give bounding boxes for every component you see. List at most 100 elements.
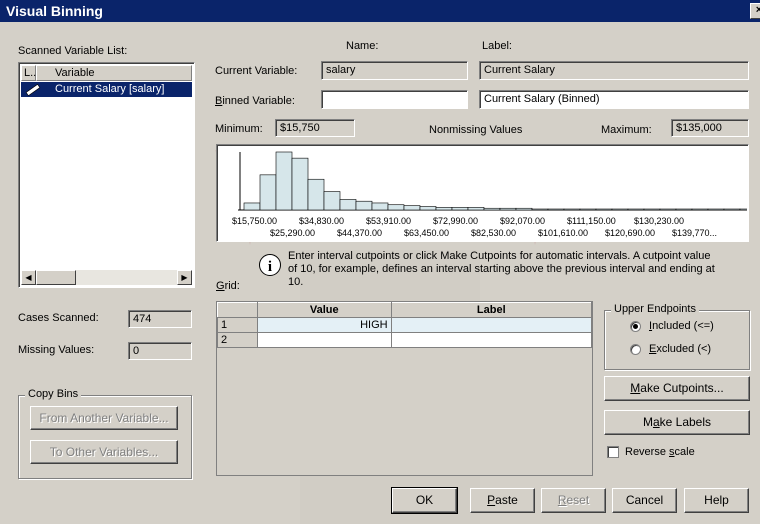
column-header-variable[interactable]: Variable (36, 65, 192, 81)
histogram-bar (643, 208, 661, 211)
nonmissing-values-label: Nonmissing Values (429, 124, 523, 136)
histogram-bar (467, 207, 485, 211)
tick-label: $82,530.00 (471, 228, 516, 238)
histogram-bar (547, 208, 565, 211)
histogram-bar (563, 208, 581, 211)
histogram-bar (707, 208, 725, 211)
list-item-label: Current Salary [salary] (55, 83, 165, 95)
included-label[interactable]: Included (<=) (649, 320, 714, 332)
grid-header-label[interactable]: Label (390, 302, 593, 318)
ok-button[interactable]: OK (391, 487, 458, 514)
tick-label: $139,770... (672, 228, 717, 238)
binned-variable-name-input[interactable] (321, 90, 468, 109)
to-other-variables-button[interactable]: To Other Variables... (30, 440, 178, 464)
scroll-right-icon[interactable]: ▶ (177, 270, 192, 285)
tick-label: $34,830.00 (299, 216, 344, 226)
tick-label: $53,910.00 (366, 216, 411, 226)
info-icon: i (258, 253, 282, 280)
scroll-thumb[interactable] (36, 270, 76, 285)
grid-cell-label[interactable] (390, 332, 593, 348)
make-labels-button[interactable]: Make Labels (604, 410, 750, 435)
tick-label: $111,150.00 (567, 216, 616, 226)
histogram-bar (323, 191, 341, 211)
histogram-bar (691, 208, 709, 211)
reverse-scale-checkbox[interactable] (607, 446, 619, 458)
info-text-line1: Enter interval cutpoints or click Make C… (288, 250, 711, 262)
window-title: Visual Binning (6, 3, 103, 19)
histogram-bar (307, 178, 325, 211)
histogram-bar (483, 207, 501, 211)
upper-endpoints-group: Upper Endpoints (604, 303, 750, 370)
histogram-bar (435, 207, 453, 211)
histogram-bar (355, 200, 373, 211)
table-row[interactable]: 1 HIGH (217, 317, 593, 333)
histogram-bar (371, 202, 389, 211)
cancel-button[interactable]: Cancel (612, 488, 677, 513)
tick-label: $130,230.00 (634, 216, 684, 226)
binned-variable-label-input[interactable]: Current Salary (Binned) (479, 90, 749, 109)
maximum-field: $135,000 (671, 119, 749, 137)
histogram-bar (723, 208, 741, 211)
grid-cell-value[interactable] (256, 332, 392, 348)
grid-row-number: 2 (217, 332, 258, 348)
scanned-variable-list-label: Scanned Variable List: (18, 45, 128, 57)
excluded-label[interactable]: Excluded (<) (649, 343, 711, 355)
tick-label: $72,990.00 (433, 216, 478, 226)
histogram-bar (403, 205, 421, 211)
ruler-icon (25, 83, 41, 99)
histogram-bar (595, 208, 613, 211)
svg-text:i: i (268, 259, 272, 275)
column-header-short[interactable]: L... (21, 65, 39, 81)
scanned-variable-list[interactable]: L... Variable Current Salary [salary] ◀ … (18, 62, 195, 288)
histogram-bar (515, 207, 533, 211)
upper-endpoints-label: Upper Endpoints (611, 303, 699, 315)
visual-binning-dialog: Visual Binning × Scanned Variable List: … (0, 0, 760, 524)
grid-label: Grid: (216, 280, 240, 292)
title-bar: Visual Binning × (0, 0, 760, 22)
grid-cell-value[interactable]: HIGH (256, 317, 392, 333)
missing-values-label: Missing Values: (18, 344, 95, 356)
tick-label: $25,290.00 (270, 228, 315, 238)
grid-corner (217, 302, 258, 318)
histogram-bar (291, 157, 309, 211)
histogram-bar (339, 199, 357, 211)
info-text-line3: 10. (288, 276, 304, 288)
paste-button[interactable]: Paste (470, 488, 535, 513)
from-another-variable-button[interactable]: From Another Variable... (30, 406, 178, 430)
tick-label: $15,750.00 (232, 216, 277, 226)
histogram-bar (659, 208, 677, 211)
horizontal-scrollbar[interactable]: ◀ ▶ (21, 270, 192, 285)
grid-row-number: 1 (217, 317, 258, 333)
tick-label: $63,450.00 (404, 228, 449, 238)
info-text-line2: of 10, for example, defines an interval … (288, 263, 715, 275)
name-header: Name: (346, 40, 379, 52)
histogram-bar (387, 204, 405, 211)
histogram-bar (675, 208, 693, 211)
histogram-chart: $15,750.00 $34,830.00 $53,910.00 $72,990.00… (232, 151, 747, 238)
excluded-radio[interactable] (630, 344, 641, 355)
maximum-label: Maximum: (601, 124, 652, 136)
tick-label: $44,370.00 (337, 228, 382, 238)
grid-cell-label[interactable] (390, 317, 593, 333)
grid-header-value[interactable]: Value (256, 302, 392, 318)
included-radio[interactable] (630, 321, 641, 332)
close-button[interactable]: × (750, 3, 760, 19)
cases-scanned-field: 474 (128, 310, 192, 328)
histogram-bar (419, 206, 437, 211)
help-button[interactable]: Help (684, 488, 749, 513)
tick-label: $92,070.00 (500, 216, 545, 226)
histogram-bar (579, 208, 597, 211)
reset-button[interactable]: Reset (541, 488, 606, 513)
scroll-left-icon[interactable]: ◀ (21, 270, 36, 285)
reverse-scale-label[interactable]: Reverse scale (625, 446, 695, 458)
histogram-bar (499, 207, 517, 211)
list-item[interactable]: Current Salary [salary] (21, 82, 192, 97)
cutpoint-grid[interactable]: Value Label 1 HIGH 2 (216, 301, 593, 476)
make-cutpoints-button[interactable]: Make Cutpoints... (604, 376, 750, 401)
current-variable-label: Current Variable: (215, 65, 298, 77)
current-variable-label-field: Current Salary (479, 61, 749, 80)
minimum-field: $15,750 (275, 119, 355, 137)
table-row[interactable]: 2 (217, 332, 593, 348)
minimum-label: Minimum: (215, 123, 263, 135)
histogram-bar (531, 208, 549, 211)
